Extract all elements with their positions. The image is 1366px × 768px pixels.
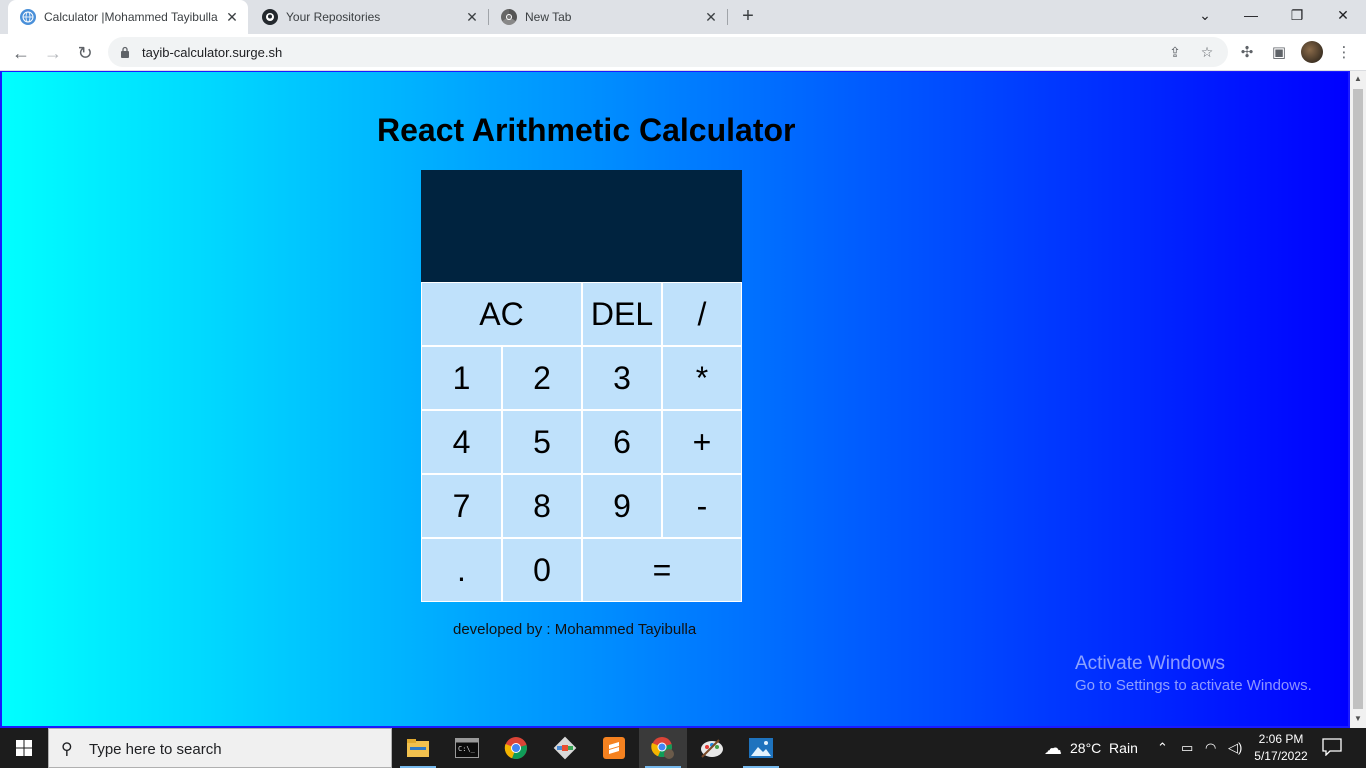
watermark-title: Activate Windows <box>1075 653 1225 674</box>
digit-6-button[interactable]: 6 <box>582 410 662 474</box>
photos-icon[interactable] <box>737 728 785 768</box>
clock-date: 5/17/2022 <box>1254 749 1308 763</box>
tab-search-chevron-icon[interactable]: ⌄ <box>1182 0 1228 32</box>
equals-button[interactable]: = <box>582 538 742 602</box>
clear-all-button[interactable]: AC <box>421 282 582 346</box>
digit-3-button[interactable]: 3 <box>582 346 662 410</box>
new-tab-button[interactable]: + <box>736 5 760 29</box>
notification-center-icon[interactable] <box>1322 738 1342 756</box>
digit-2-button[interactable]: 2 <box>502 346 582 410</box>
page-viewport: React Arithmetic Calculator AC DEL / 1 2… <box>0 71 1350 728</box>
subtract-button[interactable]: - <box>662 474 742 538</box>
multiply-button[interactable]: * <box>662 346 742 410</box>
tab-title: Your Repositories <box>286 10 381 24</box>
calculator: AC DEL / 1 2 3 * 4 5 6 + 7 8 9 - . 0 = <box>421 170 742 602</box>
tab-calculator[interactable]: Calculator |Mohammed Tayibulla ✕ <box>8 0 248 34</box>
activate-windows-watermark: Activate Windows Go to Settings to activ… <box>1075 653 1312 694</box>
side-panel-icon[interactable]: ▣ <box>1268 42 1290 64</box>
browser-toolbar: ← → ↻ tayib-calculator.surge.sh ⇪ ☆ ✣ ▣ … <box>0 34 1366 71</box>
bookmark-star-icon[interactable]: ☆ <box>1198 43 1216 61</box>
show-hidden-icons-chevron-icon[interactable]: ⌃ <box>1157 728 1168 768</box>
weather-text: 28°C Rain <box>1070 740 1138 756</box>
page-scrollbar[interactable]: ▲ ▼ <box>1350 71 1366 728</box>
calculator-display <box>421 170 742 282</box>
chrome-icon <box>501 9 517 25</box>
clock-time: 2:06 PM <box>1258 732 1304 746</box>
reload-icon[interactable]: ↻ <box>72 40 98 66</box>
tab-new-tab[interactable]: New Tab ✕ <box>489 0 727 34</box>
digit-9-button[interactable]: 9 <box>582 474 662 538</box>
digit-1-button[interactable]: 1 <box>421 346 502 410</box>
search-placeholder: Type here to search <box>89 741 222 758</box>
chrome-icon[interactable] <box>492 728 540 768</box>
github-icon <box>262 9 278 25</box>
close-tab-icon[interactable]: ✕ <box>703 9 719 25</box>
divide-button[interactable]: / <box>662 282 742 346</box>
taskbar-search-box[interactable]: ⚲ Type here to search <box>48 728 392 768</box>
restore-button[interactable]: ❐ <box>1274 0 1320 32</box>
rain-cloud-icon: ☁ <box>1044 737 1062 758</box>
search-icon: ⚲ <box>61 741 73 758</box>
digit-0-button[interactable]: 0 <box>502 538 582 602</box>
tab-title: Calculator |Mohammed Tayibulla <box>44 10 218 24</box>
windows-taskbar: ⚲ Type here to search C:\_ ☁ 28°C Rain ⌃… <box>0 728 1366 768</box>
digit-7-button[interactable]: 7 <box>421 474 502 538</box>
scrollbar-thumb[interactable] <box>1353 89 1363 709</box>
globe-icon <box>20 9 36 25</box>
windows-logo-icon <box>16 740 32 756</box>
tab-separator <box>727 9 728 25</box>
file-explorer-icon[interactable] <box>394 728 442 768</box>
decimal-point-button[interactable]: . <box>421 538 502 602</box>
forward-arrow-icon[interactable]: → <box>40 40 66 66</box>
add-button[interactable]: + <box>662 410 742 474</box>
svg-text:C:\_: C:\_ <box>458 745 476 753</box>
close-window-button[interactable]: ✕ <box>1320 0 1366 32</box>
tab-title: New Tab <box>525 10 572 24</box>
share-icon[interactable]: ⇪ <box>1166 43 1184 61</box>
terminal-icon[interactable]: C:\_ <box>443 728 491 768</box>
start-button[interactable] <box>0 728 48 768</box>
watermark-subtitle: Go to Settings to activate Windows. <box>1075 677 1312 694</box>
sublime-text-icon[interactable] <box>590 728 638 768</box>
chrome-profile-icon[interactable] <box>639 728 687 768</box>
taskbar-clock[interactable]: 2:06 PM 5/17/2022 <box>1252 731 1310 765</box>
weather-widget[interactable]: ☁ 28°C Rain <box>1044 728 1138 768</box>
address-bar[interactable]: tayib-calculator.surge.sh ⇪ ☆ <box>108 37 1228 67</box>
menu-kebab-icon[interactable]: ⋮ <box>1333 42 1355 64</box>
close-tab-icon[interactable]: ✕ <box>224 9 240 25</box>
extensions-puzzle-icon[interactable]: ✣ <box>1236 42 1258 64</box>
scroll-up-arrow-icon[interactable]: ▲ <box>1354 74 1362 83</box>
volume-icon[interactable]: ◁) <box>1228 728 1242 768</box>
digit-4-button[interactable]: 4 <box>421 410 502 474</box>
scroll-down-arrow-icon[interactable]: ▼ <box>1354 714 1362 723</box>
digit-5-button[interactable]: 5 <box>502 410 582 474</box>
tab-strip: Calculator |Mohammed Tayibulla ✕ Your Re… <box>0 0 1366 34</box>
profile-avatar[interactable] <box>1301 41 1323 63</box>
back-arrow-icon[interactable]: ← <box>8 40 34 66</box>
wifi-icon[interactable]: ◠ <box>1205 728 1216 768</box>
lock-icon[interactable] <box>120 46 130 58</box>
delete-button[interactable]: DEL <box>582 282 662 346</box>
paint-icon[interactable] <box>688 728 736 768</box>
developer-credit: developed by : Mohammed Tayibulla <box>453 621 697 638</box>
close-tab-icon[interactable]: ✕ <box>464 9 480 25</box>
minimize-button[interactable]: — <box>1228 0 1274 32</box>
url-text[interactable]: tayib-calculator.surge.sh <box>142 45 282 60</box>
battery-icon[interactable]: ▭ <box>1181 728 1193 768</box>
digit-8-button[interactable]: 8 <box>502 474 582 538</box>
git-icon[interactable] <box>541 728 589 768</box>
tab-repositories[interactable]: Your Repositories ✕ <box>250 0 488 34</box>
page-title: React Arithmetic Calculator <box>377 112 796 148</box>
